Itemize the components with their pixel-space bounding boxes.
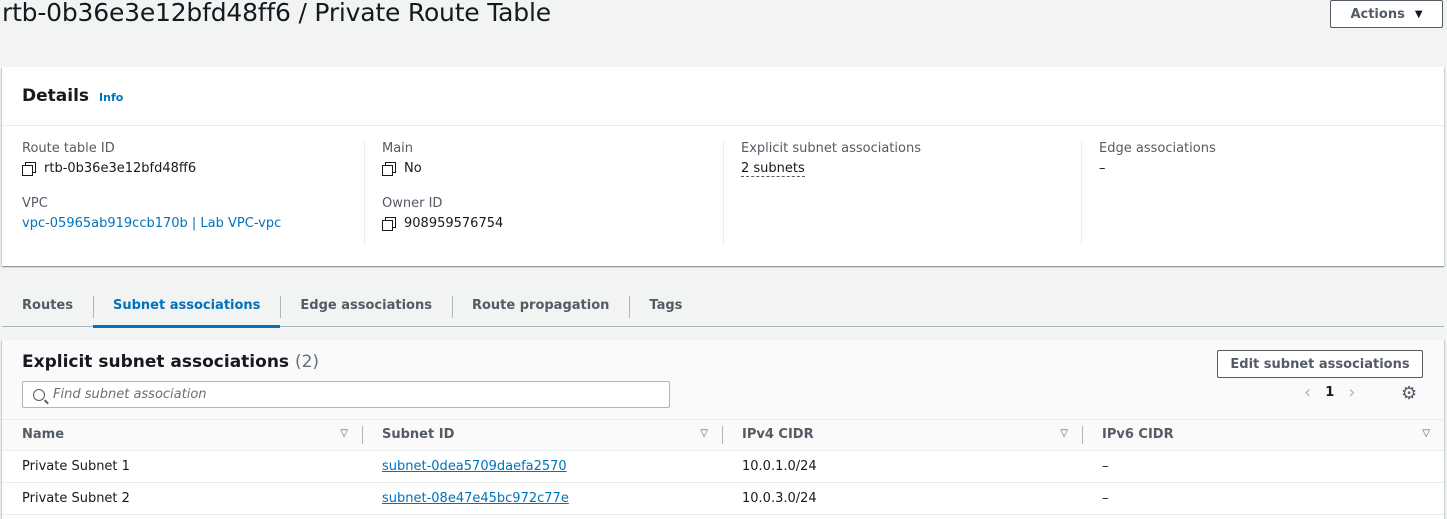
chevron-right-icon[interactable]: › <box>1348 382 1355 403</box>
sort-icon[interactable]: ▽ <box>1422 428 1430 439</box>
pagination: ‹ 1 › <box>1304 382 1355 403</box>
cell-ipv6: – <box>1082 482 1444 515</box>
details-col-4: Edge associations – <box>1081 141 1444 245</box>
page-number[interactable]: 1 <box>1325 385 1334 400</box>
search-icon <box>33 388 45 401</box>
column-header-label: IPv6 CIDR <box>1102 427 1174 443</box>
column-header-ipv4-cidr[interactable]: IPv4 CIDR ▽ <box>722 420 1082 451</box>
table-row: Private Subnet 1 subnet-0dea5709daefa257… <box>2 450 1444 483</box>
edge-field: Edge associations – <box>1099 141 1444 176</box>
tab-routes[interactable]: Routes <box>2 292 93 327</box>
actions-button[interactable]: Actions ▼ <box>1330 0 1443 28</box>
tabs: Routes Subnet associations Edge associat… <box>2 292 1444 328</box>
copy-icon[interactable] <box>22 161 36 176</box>
cell-ipv4: 10.0.3.0/24 <box>722 482 1082 515</box>
column-header-label: IPv4 CIDR <box>742 427 814 443</box>
copy-icon[interactable] <box>382 161 396 176</box>
main-field: Main No <box>382 141 723 176</box>
edge-value: – <box>1099 161 1106 176</box>
main-value-row: No <box>382 161 723 176</box>
details-col-2: Main No Owner ID 908959576754 <box>364 141 723 245</box>
owner-id-field: Owner ID 908959576754 <box>382 196 723 231</box>
subnet-id-link[interactable]: subnet-0dea5709daefa2570 <box>382 459 567 474</box>
details-header: Details Info <box>2 67 1444 126</box>
info-link[interactable]: Info <box>99 91 123 104</box>
edge-label: Edge associations <box>1099 141 1216 156</box>
subnet-id-link[interactable]: subnet-08e47e45bc972c77e <box>382 491 569 506</box>
cell-name: Private Subnet 1 <box>2 450 362 483</box>
assoc-header: Explicit subnet associations (2) Edit su… <box>2 340 1444 420</box>
vpc-field: VPC vpc-05965ab919ccb170b | Lab VPC-vpc <box>22 196 364 231</box>
caret-down-icon: ▼ <box>1414 8 1423 20</box>
route-table-id-label: Route table ID <box>22 141 115 156</box>
owner-id-value-row: 908959576754 <box>382 216 723 231</box>
gear-icon[interactable]: ⚙ <box>1401 385 1417 403</box>
column-header-ipv6-cidr[interactable]: IPv6 CIDR ▽ <box>1082 420 1444 451</box>
cell-subnet-id: subnet-08e47e45bc972c77e <box>362 482 722 515</box>
details-panel: Details Info Route table ID rtb-0b36e3e1… <box>2 67 1444 266</box>
column-header-name[interactable]: Name ▽ <box>2 420 362 451</box>
vpc-link[interactable]: vpc-05965ab919ccb170b | Lab VPC-vpc <box>22 216 281 231</box>
vpc-value-row: vpc-05965ab919ccb170b | Lab VPC-vpc <box>22 216 364 231</box>
column-header-label: Subnet ID <box>382 427 455 443</box>
sort-icon[interactable]: ▽ <box>340 428 348 439</box>
table-row: Private Subnet 2 subnet-08e47e45bc972c77… <box>2 482 1444 515</box>
details-title: Details <box>22 86 90 106</box>
subnet-associations-panel: Explicit subnet associations (2) Edit su… <box>2 340 1444 519</box>
column-header-label: Name <box>22 427 65 443</box>
edge-value-row: – <box>1099 161 1444 176</box>
explicit-value-row: 2 subnets <box>741 161 1081 177</box>
main-label: Main <box>382 141 414 156</box>
route-table-id-value: rtb-0b36e3e12bfd48ff6 <box>44 161 197 176</box>
actions-label: Actions <box>1350 6 1405 22</box>
tab-edge-associations[interactable]: Edge associations <box>280 292 452 327</box>
search-box <box>22 381 670 408</box>
copy-icon[interactable] <box>382 216 396 231</box>
search-input[interactable] <box>53 387 653 402</box>
details-col-1: Route table ID rtb-0b36e3e12bfd48ff6 VPC… <box>2 141 364 245</box>
explicit-label: Explicit subnet associations <box>741 141 921 156</box>
sort-icon[interactable]: ▽ <box>700 428 708 439</box>
owner-id-label: Owner ID <box>382 196 443 211</box>
route-table-id-value-row: rtb-0b36e3e12bfd48ff6 <box>22 161 364 176</box>
main-value: No <box>404 161 422 176</box>
chevron-left-icon[interactable]: ‹ <box>1304 382 1311 403</box>
page-title: rtb-0b36e3e12bfd48ff6 / Private Route Ta… <box>2 0 551 27</box>
table-header-row: Name ▽ Subnet ID ▽ IPv4 CIDR ▽ IPv6 CIDR ▽ <box>2 420 1444 451</box>
cell-name: Private Subnet 2 <box>2 482 362 515</box>
vpc-label: VPC <box>22 196 48 211</box>
cell-ipv6: – <box>1082 450 1444 483</box>
edit-subnet-associations-button[interactable]: Edit subnet associations <box>1217 350 1423 378</box>
route-table-id-field: Route table ID rtb-0b36e3e12bfd48ff6 <box>22 141 364 176</box>
details-col-3: Explicit subnet associations 2 subnets <box>723 141 1081 245</box>
tab-tags[interactable]: Tags <box>629 292 702 327</box>
cell-ipv4: 10.0.1.0/24 <box>722 450 1082 483</box>
explicit-subnets-link[interactable]: 2 subnets <box>741 161 805 177</box>
assoc-count: (2) <box>294 352 320 372</box>
explicit-field: Explicit subnet associations 2 subnets <box>741 141 1081 177</box>
subnet-associations-table: Name ▽ Subnet ID ▽ IPv4 CIDR ▽ IPv6 CIDR ▽ P… <box>2 420 1444 515</box>
tab-route-propagation[interactable]: Route propagation <box>451 292 629 327</box>
tab-subnet-associations[interactable]: Subnet associations <box>92 292 281 328</box>
assoc-title-text: Explicit subnet associations <box>22 352 290 372</box>
sort-icon[interactable]: ▽ <box>1060 428 1068 439</box>
column-header-subnet-id[interactable]: Subnet ID ▽ <box>362 420 722 451</box>
owner-id-value: 908959576754 <box>404 216 504 231</box>
assoc-title: Explicit subnet associations (2) <box>22 352 319 372</box>
cell-subnet-id: subnet-0dea5709daefa2570 <box>362 450 722 483</box>
